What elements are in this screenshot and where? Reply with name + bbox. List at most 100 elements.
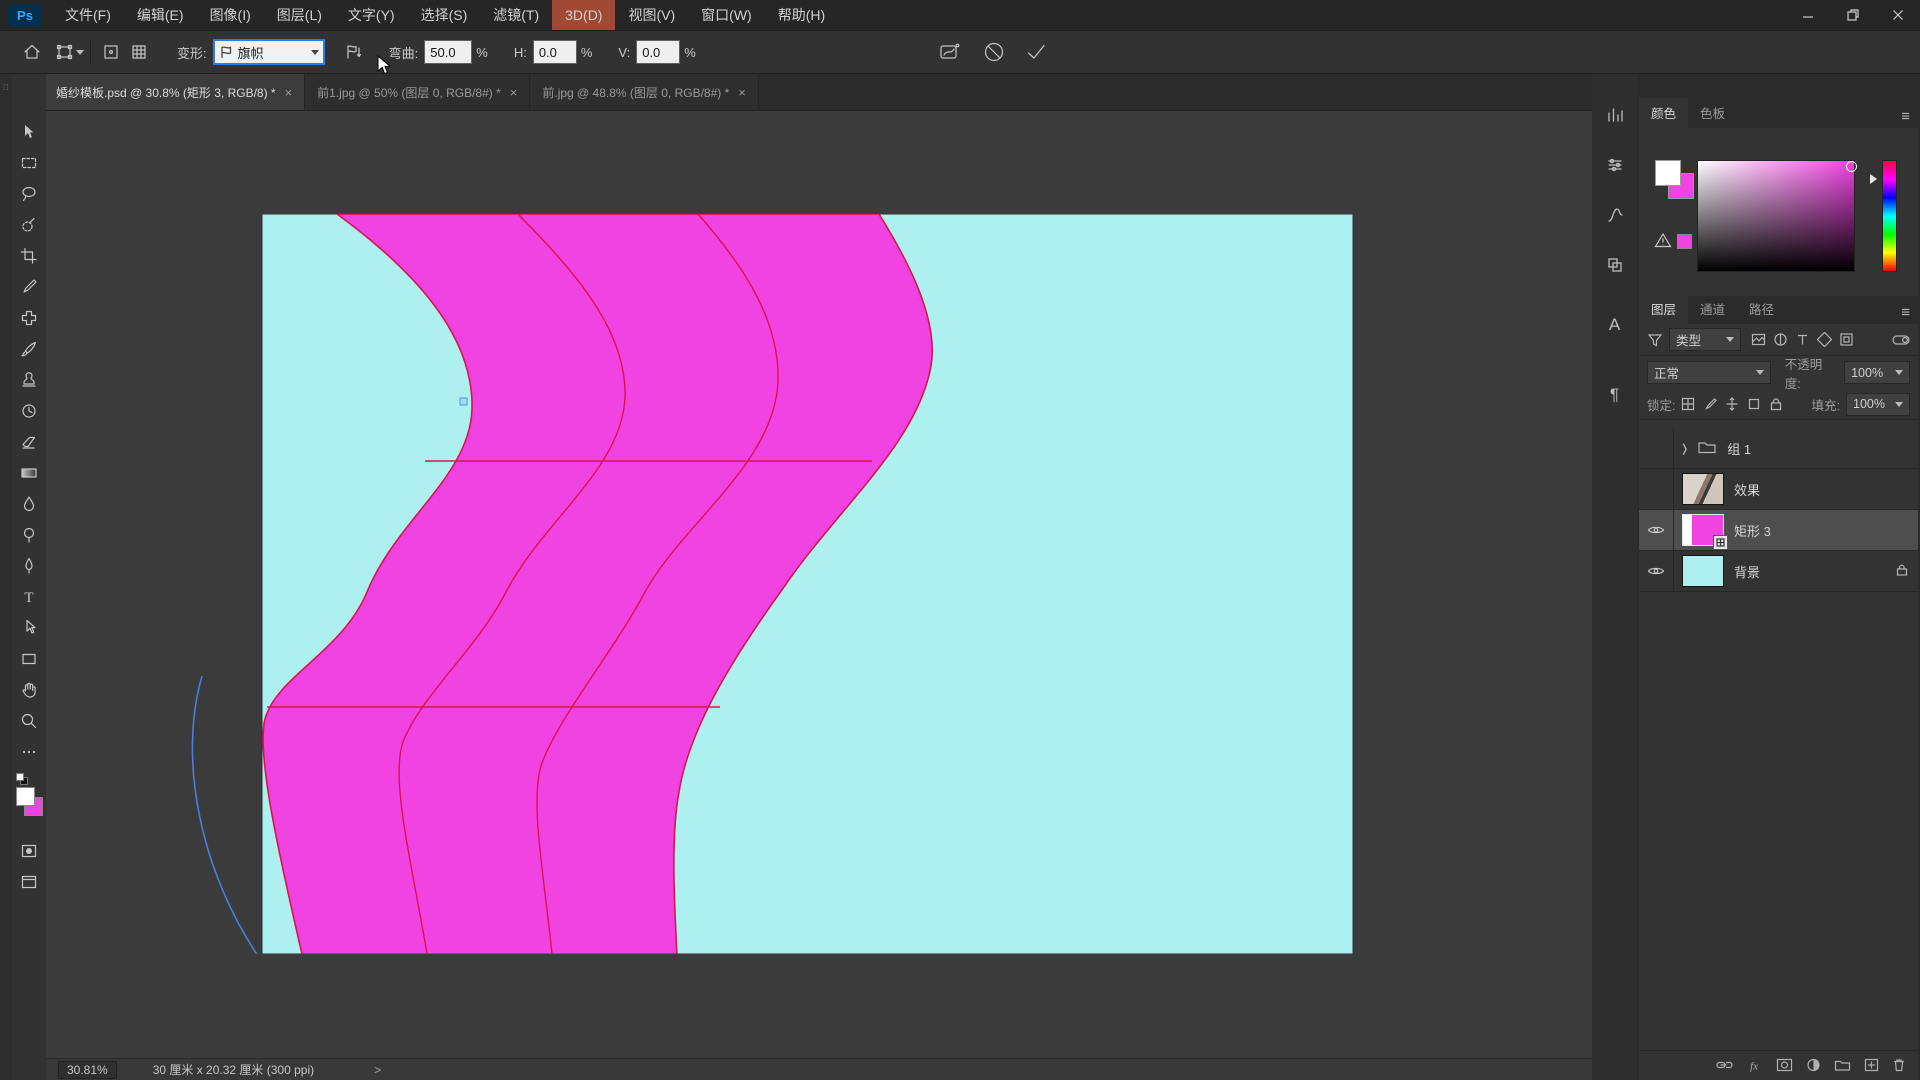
tab-color[interactable]: 颜色 xyxy=(1639,98,1688,128)
tool-preset-button[interactable] xyxy=(56,38,84,66)
menu-file[interactable]: 文件(F) xyxy=(52,0,124,30)
filter-shape-layers-icon[interactable] xyxy=(1817,332,1832,347)
menu-filter[interactable]: 滤镜(T) xyxy=(480,0,552,30)
lock-transparent-icon[interactable] xyxy=(1681,397,1695,411)
tab-swatches[interactable]: 色板 xyxy=(1688,98,1737,128)
paragraph-panel-button[interactable]: ¶ xyxy=(1592,378,1637,412)
hand-tool[interactable] xyxy=(12,674,46,705)
lock-position-icon[interactable] xyxy=(1725,397,1739,411)
warp-style-select[interactable]: 旗帜 xyxy=(213,39,325,65)
commit-transform-button[interactable] xyxy=(1022,38,1050,66)
filter-toggle-icon[interactable] xyxy=(1892,333,1910,347)
eraser-tool[interactable] xyxy=(12,426,46,457)
history-brush-tool[interactable] xyxy=(12,395,46,426)
quick-mask-button[interactable] xyxy=(12,835,46,866)
layer-thumbnail[interactable] xyxy=(1682,514,1724,546)
close-tab-icon[interactable]: × xyxy=(510,85,518,100)
layer-name[interactable]: 组 1 xyxy=(1727,439,1751,458)
adjustments-panel-button[interactable] xyxy=(1592,148,1637,182)
gamut-color-swatch[interactable] xyxy=(1677,234,1692,249)
zoom-level[interactable]: 30.81% xyxy=(58,1061,117,1079)
bend-input[interactable] xyxy=(424,40,472,64)
home-button[interactable] xyxy=(18,38,46,66)
foreground-color-swatch[interactable] xyxy=(16,787,35,806)
lock-all-icon[interactable] xyxy=(1769,397,1783,411)
status-options-chevron[interactable]: > xyxy=(374,1063,381,1077)
layer-style-fx-icon[interactable]: fx xyxy=(1746,1058,1763,1072)
document-tab-1[interactable]: 婚纱模板.psd @ 30.8% (矩形 3, RGB/8) * × xyxy=(44,74,305,110)
layer-thumbnail[interactable] xyxy=(1682,473,1724,505)
lock-artboard-icon[interactable] xyxy=(1747,397,1761,411)
shape-tool[interactable] xyxy=(12,643,46,674)
color-swatches-widget[interactable] xyxy=(12,773,46,825)
screen-mode-button[interactable] xyxy=(12,866,46,897)
layer-name[interactable]: 矩形 3 xyxy=(1734,521,1771,540)
grid-options-button[interactable] xyxy=(125,38,153,66)
crop-tool[interactable] xyxy=(12,240,46,271)
lasso-tool[interactable] xyxy=(12,178,46,209)
document-tab-3[interactable]: 前.jpg @ 48.8% (图层 0, RGB/8#) * × xyxy=(530,74,759,110)
document-canvas[interactable] xyxy=(152,214,1453,954)
layer-mask-icon[interactable] xyxy=(1776,1058,1793,1072)
dodge-tool[interactable] xyxy=(12,519,46,550)
filter-type-layers-icon[interactable] xyxy=(1795,332,1810,347)
color-picker-marker[interactable] xyxy=(1846,161,1857,172)
type-tool[interactable]: T xyxy=(12,581,46,612)
menu-select[interactable]: 选择(S) xyxy=(408,0,481,30)
link-layers-icon[interactable] xyxy=(1716,1058,1733,1072)
v-input[interactable] xyxy=(636,40,680,64)
menu-layer[interactable]: 图层(L) xyxy=(264,0,335,30)
menu-help[interactable]: 帮助(H) xyxy=(765,0,838,30)
visibility-toggle[interactable] xyxy=(1639,428,1674,468)
close-tab-icon[interactable]: × xyxy=(285,85,293,100)
hue-slider[interactable] xyxy=(1882,160,1897,272)
gradient-tool[interactable] xyxy=(12,457,46,488)
blend-mode-select[interactable]: 正常 xyxy=(1647,361,1771,384)
opacity-select[interactable]: 100% xyxy=(1844,361,1910,384)
clone-stamp-tool[interactable] xyxy=(12,364,46,395)
marquee-tool[interactable] xyxy=(12,147,46,178)
eyedropper-tool[interactable] xyxy=(12,271,46,302)
lock-pixels-icon[interactable] xyxy=(1703,397,1717,411)
menu-edit[interactable]: 编辑(E) xyxy=(124,0,197,30)
restore-button[interactable] xyxy=(1830,0,1875,31)
tab-layers[interactable]: 图层 xyxy=(1639,294,1688,324)
path-selection-tool[interactable] xyxy=(12,612,46,643)
canvas-workspace[interactable] xyxy=(46,111,1592,1058)
visibility-toggle[interactable] xyxy=(1639,551,1674,591)
character-panel-button[interactable]: A xyxy=(1592,308,1637,342)
layer-name[interactable]: 背景 xyxy=(1734,562,1760,581)
warp-mesh-button[interactable] xyxy=(936,38,964,66)
info-panel-button[interactable] xyxy=(1592,198,1637,232)
menu-type[interactable]: 文字(Y) xyxy=(335,0,408,30)
panel-menu-icon[interactable]: ≡ xyxy=(1901,304,1910,324)
delete-layer-icon[interactable] xyxy=(1892,1058,1906,1072)
cancel-transform-button[interactable] xyxy=(980,38,1008,66)
properties-panel-button[interactable] xyxy=(1592,98,1637,132)
panel-menu-icon[interactable]: ≡ xyxy=(1901,108,1910,128)
new-group-icon[interactable] xyxy=(1834,1058,1851,1072)
h-input[interactable] xyxy=(533,40,577,64)
document-tab-2[interactable]: 前1.jpg @ 50% (图层 0, RGB/8#) * × xyxy=(305,74,530,110)
new-layer-icon[interactable] xyxy=(1864,1058,1879,1072)
tab-channels[interactable]: 通道 xyxy=(1688,294,1737,324)
group-expand-chevron[interactable]: ❭ xyxy=(1680,442,1689,455)
libraries-panel-button[interactable] xyxy=(1592,248,1637,282)
reference-point-toggle[interactable] xyxy=(97,38,125,66)
default-colors-icon[interactable] xyxy=(16,773,27,784)
visibility-toggle[interactable] xyxy=(1639,469,1674,509)
menu-view[interactable]: 视图(V) xyxy=(615,0,688,30)
tab-paths[interactable]: 路径 xyxy=(1737,294,1786,324)
layer-row-effect[interactable]: 效果 xyxy=(1639,469,1918,510)
filter-smart-objects-icon[interactable] xyxy=(1839,332,1854,347)
filter-pixel-layers-icon[interactable] xyxy=(1751,332,1766,347)
fill-select[interactable]: 100% xyxy=(1846,393,1910,416)
quick-selection-tool[interactable] xyxy=(12,209,46,240)
healing-brush-tool[interactable] xyxy=(12,302,46,333)
filter-type-select[interactable]: 类型 xyxy=(1669,328,1741,351)
visibility-toggle[interactable] xyxy=(1639,510,1674,550)
menu-window[interactable]: 窗口(W) xyxy=(688,0,765,30)
layer-row-rectangle3[interactable]: 矩形 3 xyxy=(1639,510,1918,551)
adjustment-layer-icon[interactable] xyxy=(1806,1058,1821,1072)
panel-foreground-swatch[interactable] xyxy=(1655,160,1681,186)
